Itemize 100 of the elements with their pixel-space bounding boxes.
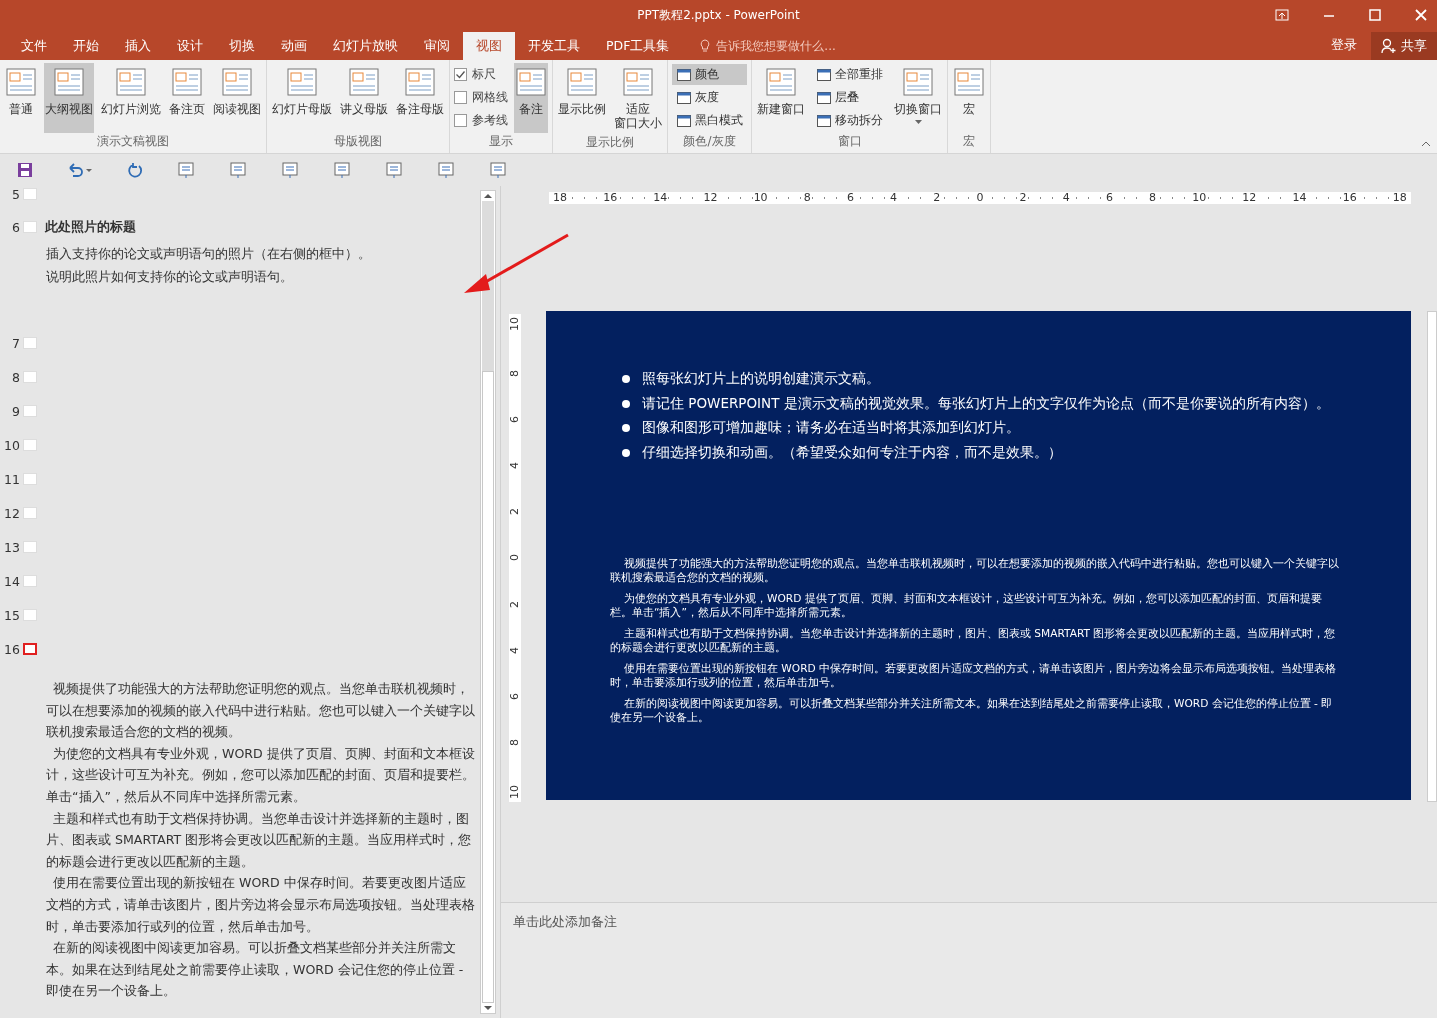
ruler-number: 6 xyxy=(845,192,855,204)
group-label: 窗口 xyxy=(836,133,863,150)
ribbon-display-icon[interactable] xyxy=(1275,9,1289,21)
window-icon xyxy=(676,89,692,106)
undo-icon[interactable] xyxy=(67,162,93,178)
ribbon-tab[interactable]: 开始 xyxy=(60,32,112,60)
ribbon-button[interactable]: 新建窗口 xyxy=(756,63,806,133)
slide-paragraph: 视频提供了功能强大的方法帮助您证明您的观点。当您单击联机视频时，可以在想要添加的视频的嵌入代码中进行粘贴。您也可以键入一个关键字以联机搜索最适合您的文档的视频。 xyxy=(610,556,1340,584)
ribbon-button[interactable]: 移动拆分 xyxy=(812,110,887,131)
ruler-number: 8 xyxy=(1148,192,1158,204)
lightbulb-icon xyxy=(700,39,711,53)
ruler-number: 4 xyxy=(509,462,521,470)
ribbon-tab[interactable]: 动画 xyxy=(268,32,320,60)
group-label: 宏 xyxy=(962,133,976,150)
tell-me-field[interactable]: 告诉我您想要做什么... xyxy=(714,38,879,54)
ribbon-checkbox[interactable]: 标尺 xyxy=(454,64,508,85)
ribbon-button[interactable]: 阅读视图 xyxy=(212,63,262,133)
ribbon-button[interactable]: 灰度 xyxy=(672,87,747,108)
ribbon-tab[interactable]: 切换 xyxy=(216,32,268,60)
ruler-number: 6 xyxy=(509,692,521,700)
ruler-number: 10 xyxy=(509,784,521,799)
ruler-number: 12 xyxy=(1241,192,1258,204)
window-icon xyxy=(676,66,692,83)
slide-bullet: 仔细选择切换和动画。（希望受众如何专注于内容，而不是效果。） xyxy=(622,439,1342,464)
checkbox[interactable] xyxy=(454,68,467,81)
outline-paragraph: 视频提供了功能强大的方法帮助您证明您的观点。当您单击联机视频时，可以在想要添加的视频的嵌入代码中进行粘贴。您也可以键入一个关键字以联机搜索最适合您的文档的视频。 xyxy=(46,680,476,742)
group-label: 显示比例 xyxy=(585,133,635,151)
outline-text: 说明此照片如何支持你的论文或声明语句。 xyxy=(46,268,294,286)
ruler-number: 2 xyxy=(1018,192,1028,204)
slide-number: 7 xyxy=(11,335,20,351)
ruler-number: 16 xyxy=(602,192,619,204)
outline-text: 插入支持你的论文或声明语句的照片（在右侧的框中）。 xyxy=(46,245,372,263)
slide-paragraph: 使用在需要位置出现的新按钮在 WORD 中保存时间。若要更改图片适应文档的方式，请单击该图片，图片旁边将会显示布局选项按钮。当处理表格时，单击要添加行或列的位置，然后单击加号。 xyxy=(610,661,1338,689)
ruler-number: 14 xyxy=(1291,192,1308,204)
share-button[interactable]: 共享 xyxy=(1371,32,1437,60)
window-icon xyxy=(816,89,832,106)
ribbon-button[interactable]: 层叠 xyxy=(812,87,887,108)
ribbon-tab[interactable]: 审阅 xyxy=(411,32,463,60)
ribbon-tab[interactable]: PDF工具集 xyxy=(593,32,683,60)
redo-icon[interactable] xyxy=(127,162,143,178)
ribbon-button[interactable]: 普通 xyxy=(4,63,38,133)
ribbon-button[interactable]: 幻灯片母版 xyxy=(271,63,333,133)
close-icon[interactable] xyxy=(1415,9,1427,21)
save-icon[interactable] xyxy=(17,162,33,178)
window-icon xyxy=(816,112,832,129)
ruler-number: 0 xyxy=(975,192,985,204)
ribbon-tab[interactable]: 幻灯片放映 xyxy=(320,32,411,60)
ruler-number: 2 xyxy=(509,508,521,516)
ruler-number: 10 xyxy=(509,317,521,331)
scrollbar-thumb[interactable] xyxy=(482,371,494,1003)
ribbon-button[interactable]: 备注母版 xyxy=(395,63,445,133)
ribbon-button[interactable]: 黑白模式 xyxy=(672,110,747,131)
ruler-number: 8 xyxy=(509,738,521,746)
view-layout-icon xyxy=(221,66,253,98)
maximize-icon[interactable] xyxy=(1369,9,1381,21)
checkbox[interactable] xyxy=(454,114,467,127)
ribbon-button[interactable]: 讲义母版 xyxy=(339,63,389,133)
scrollbar[interactable] xyxy=(1427,311,1437,802)
scrollbar[interactable] xyxy=(480,190,496,1014)
ruler-number: 14 xyxy=(652,192,669,204)
ribbon-button[interactable]: 备注页 xyxy=(168,63,206,133)
window-icon xyxy=(676,112,692,129)
slide-title: 此处照片的标题 xyxy=(45,218,136,236)
slide-number: 15 xyxy=(4,607,20,623)
ribbon-tab[interactable]: 设计 xyxy=(164,32,216,60)
ruler-number: 12 xyxy=(702,192,719,204)
ribbon-tab[interactable]: 插入 xyxy=(112,32,164,60)
ribbon-button[interactable]: 备注 xyxy=(514,63,548,133)
ribbon-tab[interactable]: 开发工具 xyxy=(515,32,593,60)
ruler-number: 4 xyxy=(1061,192,1071,204)
slide-number: 12 xyxy=(4,505,20,521)
window-title: PPT教程2.pptx - PowerPoint xyxy=(637,6,800,24)
slide-paragraph: 在新的阅读视图中阅读更加容易。可以折叠文档某些部分并关注所需文本。如果在达到结尾处之前需要停止读取，WORD 会记住您的停止位置 - 即使在另一个设备上。 xyxy=(610,696,1334,724)
ribbon-button[interactable]: 全部重排 xyxy=(812,64,887,85)
view-layout-icon xyxy=(404,66,436,98)
ribbon-checkbox[interactable]: 网格线 xyxy=(454,87,508,108)
view-layout-icon xyxy=(566,66,598,98)
sign-in-link[interactable]: 登录 xyxy=(1331,36,1357,54)
ruler-number: 10 xyxy=(1191,192,1208,204)
checkbox[interactable] xyxy=(454,91,467,104)
slide-icon[interactable] xyxy=(177,161,195,179)
slide-number: 8 xyxy=(11,369,20,385)
slide-number: 11 xyxy=(4,471,20,487)
ribbon-button[interactable]: 幻灯片浏览 xyxy=(100,63,162,133)
ribbon-tab[interactable]: 视图 xyxy=(463,32,515,60)
ribbon-button[interactable]: 显示比例 xyxy=(557,63,607,134)
view-layout-icon xyxy=(286,66,318,98)
ribbon-tab[interactable]: 文件 xyxy=(8,32,60,60)
slide-number: 10 xyxy=(4,437,20,453)
ribbon-button[interactable]: 大纲视图 xyxy=(44,63,94,133)
ribbon-button[interactable]: 颜色 xyxy=(672,64,747,85)
ribbon-button[interactable]: 宏 xyxy=(952,63,986,133)
ribbon-button[interactable]: 适应 窗口大小 xyxy=(613,63,663,134)
ribbon-checkbox[interactable]: 参考线 xyxy=(454,110,508,131)
view-layout-icon xyxy=(348,66,380,98)
ribbon-button[interactable]: 切换窗口 xyxy=(893,63,943,133)
view-layout-icon xyxy=(902,66,934,98)
collapse-ribbon-icon[interactable] xyxy=(1421,141,1431,147)
slide-paragraph: 主题和样式也有助于文档保持协调。当您单击设计并选择新的主题时，图片、图表或 SMARTART 图形将会更改以匹配新的主题。当应用样式时，您的标题会进行更改以匹配新的主题。 xyxy=(610,626,1337,654)
slide-icon[interactable] xyxy=(23,643,37,655)
